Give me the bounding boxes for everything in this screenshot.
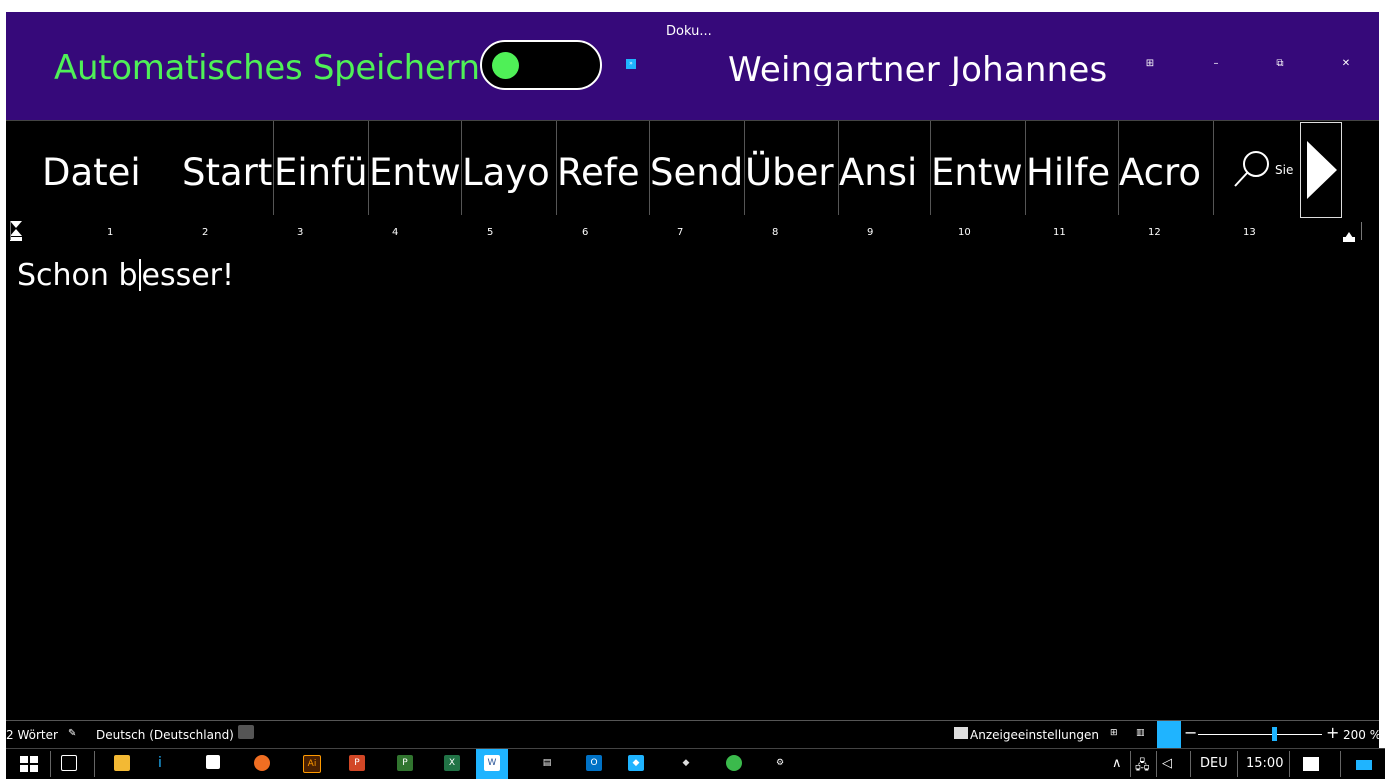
ruler-scale: 1 2 3 4 5 6 7 8 9 10 11 12 13 <box>10 222 1362 240</box>
excel-icon[interactable]: X <box>444 755 460 771</box>
tab-layout[interactable]: Layo <box>461 121 556 215</box>
ruler-number: 4 <box>392 227 399 238</box>
word-icon[interactable]: W <box>484 755 500 771</box>
tab-sendungen[interactable]: Send <box>649 121 744 215</box>
word-count[interactable]: 2 Wörter <box>6 728 58 742</box>
taskbar-divider <box>50 751 51 777</box>
user-name[interactable]: Weingartner Johannes <box>728 50 1107 86</box>
ruler-number: 6 <box>582 227 589 238</box>
minimize-icon[interactable]: – <box>1206 58 1226 69</box>
text-after-cursor: esser! <box>141 258 235 293</box>
store-icon[interactable] <box>206 755 220 769</box>
tab-entwurf[interactable]: Entw <box>368 121 461 215</box>
action-center-icon[interactable] <box>1303 757 1319 771</box>
zoom-in-button[interactable]: + <box>1326 723 1339 742</box>
read-mode-icon[interactable]: ▥ <box>1136 728 1145 738</box>
ribbon-tabs: Datei Start Einfü Entw Layo Refe Send Üb… <box>6 120 1379 219</box>
ruler-number: 8 <box>772 227 779 238</box>
close-icon[interactable]: ✕ <box>1336 58 1356 69</box>
tab-entwicklertools[interactable]: Entw <box>930 121 1025 215</box>
windows-start-icon[interactable] <box>20 756 38 772</box>
status-bar: 2 Wörter ✎ Deutsch (Deutschland) Anzeige… <box>6 720 1381 749</box>
display-settings[interactable]: Anzeigeeinstellungen <box>970 728 1099 742</box>
ruler-number: 2 <box>202 227 209 238</box>
app-icon-3[interactable]: ◆ <box>678 755 694 771</box>
file-explorer-icon[interactable] <box>114 755 130 771</box>
tab-datei[interactable]: Datei <box>42 121 152 215</box>
firefox-icon[interactable] <box>254 755 270 771</box>
volume-icon[interactable]: ◁ <box>1162 756 1172 771</box>
ruler-number: 11 <box>1053 227 1066 238</box>
document-title: Doku... <box>666 24 712 39</box>
tab-ansicht[interactable]: Ansi <box>838 121 930 215</box>
tray-divider <box>1130 751 1131 777</box>
text-before-cursor: Schon b <box>17 258 138 293</box>
text-cursor <box>138 259 141 291</box>
app-icon-2[interactable]: ◆ <box>628 755 644 771</box>
ruler-number: 5 <box>487 227 494 238</box>
ruler-number: 9 <box>867 227 874 238</box>
outlook-icon[interactable]: O <box>586 755 602 771</box>
powerpoint-icon[interactable]: P <box>349 755 365 771</box>
illustrator-icon[interactable]: Ai <box>303 755 321 773</box>
tab-referenzen[interactable]: Refe <box>556 121 649 215</box>
tab-acrobat[interactable]: Acro <box>1118 121 1213 215</box>
zoom-out-button[interactable]: − <box>1184 723 1197 742</box>
chevron-right-icon <box>1307 141 1337 199</box>
chevron-up-icon[interactable]: ∧ <box>1112 756 1122 771</box>
input-language[interactable]: DEU <box>1200 756 1228 771</box>
show-desktop-icon[interactable] <box>1356 760 1372 770</box>
focus-mode-icon[interactable]: ⊞ <box>1110 728 1118 738</box>
language-status[interactable]: Deutsch (Deutschland) <box>96 728 234 742</box>
ruler-number: 12 <box>1148 227 1161 238</box>
clock[interactable]: 15:00 <box>1246 756 1283 771</box>
zoom-level[interactable]: 200 % <box>1343 728 1381 742</box>
print-layout-icon[interactable] <box>1157 721 1181 749</box>
zoom-slider-thumb[interactable] <box>1272 727 1277 741</box>
tray-divider <box>1156 751 1157 777</box>
app-icon[interactable]: ▤ <box>539 755 555 771</box>
autosave-label: Automatisches Speichern <box>54 48 480 88</box>
ruler-number: 3 <box>297 227 304 238</box>
more-tabs-button[interactable] <box>1300 122 1342 218</box>
title-bar: Automatisches Speichern » Doku... Weinga… <box>6 12 1379 120</box>
display-settings-icon[interactable] <box>954 727 968 739</box>
info-icon[interactable]: i <box>152 755 168 771</box>
task-view-icon[interactable] <box>61 755 77 771</box>
document-text[interactable]: Schon b esser! <box>17 258 234 293</box>
ruler-number: 7 <box>677 227 684 238</box>
search-icon[interactable] <box>1232 149 1272 189</box>
ruler-number: 10 <box>958 227 971 238</box>
ruler-number: 1 <box>107 227 114 238</box>
tab-start[interactable]: Start <box>182 121 272 215</box>
accessibility-icon[interactable] <box>238 725 254 739</box>
tab-ueberpruefen[interactable]: Über <box>744 121 838 215</box>
ruler[interactable]: 1 2 3 4 5 6 7 8 9 10 11 12 13 <box>6 218 1379 245</box>
tray-divider <box>1237 751 1238 777</box>
search-label[interactable]: Sie <box>1275 163 1293 177</box>
restore-icon[interactable]: ⧉ <box>1270 58 1290 69</box>
messaging-icon[interactable] <box>726 755 742 771</box>
zoom-slider-track[interactable] <box>1198 734 1322 735</box>
ribbon-separator <box>1213 121 1215 215</box>
project-icon[interactable]: P <box>397 755 413 771</box>
tab-einfuegen[interactable]: Einfü <box>273 121 368 215</box>
ruler-number: 13 <box>1243 227 1256 238</box>
autosave-toggle[interactable] <box>480 40 602 90</box>
ribbon-display-icon[interactable]: ⊞ <box>1140 58 1160 69</box>
taskbar: i Ai P P X W ▤ O ◆ ◆ ⚙ ∧ 🖧 ◁ DEU 15:00 <box>6 748 1385 779</box>
document-canvas[interactable]: Schon b esser! <box>6 244 1379 720</box>
quick-access-icon[interactable]: » <box>626 59 636 69</box>
network-icon[interactable]: 🖧 <box>1135 756 1150 778</box>
taskbar-divider <box>94 751 95 777</box>
tab-hilfe[interactable]: Hilfe <box>1025 121 1118 215</box>
tray-divider <box>1340 751 1341 777</box>
proofing-icon[interactable]: ✎ <box>68 728 76 739</box>
tray-divider <box>1289 751 1290 777</box>
settings-icon[interactable]: ⚙ <box>772 755 788 771</box>
tray-divider <box>1190 751 1191 777</box>
toggle-knob <box>492 52 519 79</box>
